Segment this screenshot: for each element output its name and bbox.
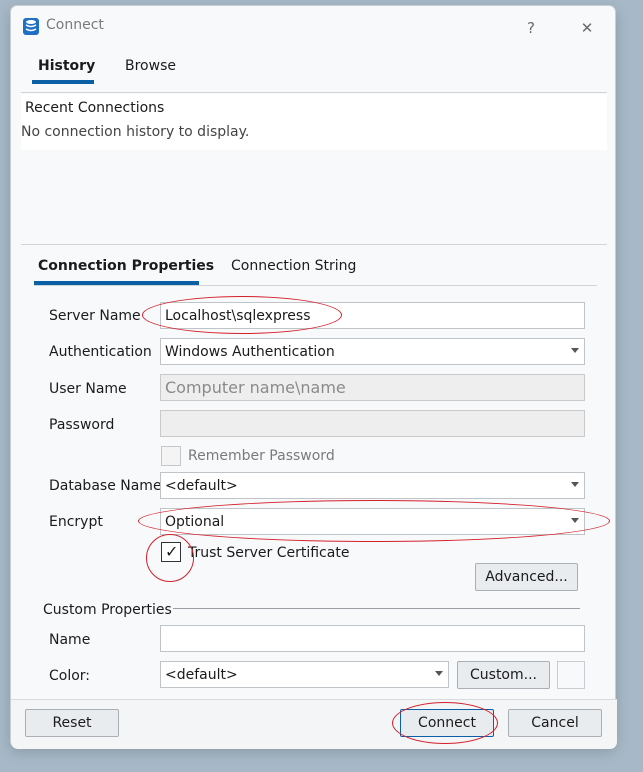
color-value: <default> (165, 666, 238, 683)
empty-history-message: No connection history to display. (21, 124, 250, 140)
top-tab-bar: History Browse (11, 50, 617, 92)
divider (34, 285, 597, 286)
advanced-button[interactable]: Advanced... (475, 563, 578, 591)
color-select[interactable]: <default> (160, 661, 449, 688)
window-title: Connect (46, 17, 104, 33)
encrypt-label: Encrypt (49, 514, 103, 530)
chevron-down-icon (571, 348, 579, 353)
tab-browse[interactable]: Browse (125, 58, 176, 74)
group-divider (173, 608, 580, 609)
color-swatch (557, 661, 585, 689)
tab-connection-properties[interactable]: Connection Properties (38, 258, 214, 274)
authentication-label: Authentication (49, 344, 152, 360)
custom-color-button[interactable]: Custom... (457, 661, 550, 689)
server-name-value: Localhost\sqlexpress (165, 307, 311, 324)
encrypt-value: Optional (165, 513, 225, 530)
user-name-placeholder: Computer name\name (165, 378, 346, 397)
server-name-input[interactable]: Localhost\sqlexpress (160, 302, 585, 329)
remember-password-checkbox[interactable] (161, 446, 181, 466)
help-icon: ? (527, 19, 535, 37)
password-label: Password (49, 417, 115, 433)
reset-button[interactable]: Reset (25, 709, 119, 737)
recent-connections-heading: Recent Connections (25, 100, 165, 116)
custom-name-input[interactable] (160, 625, 585, 652)
active-tab-indicator (32, 80, 94, 84)
tab-connection-string[interactable]: Connection String (231, 258, 356, 274)
color-label: Color: (49, 668, 91, 684)
help-button[interactable]: ? (507, 8, 555, 48)
encrypt-select[interactable]: Optional (160, 508, 585, 535)
user-name-input[interactable]: Computer name\name (160, 374, 585, 401)
user-name-label: User Name (49, 381, 127, 397)
cancel-button[interactable]: Cancel (508, 709, 602, 737)
trust-server-certificate-checkbox[interactable]: ✓ (161, 542, 181, 562)
authentication-value: Windows Authentication (165, 343, 335, 360)
database-name-value: <default> (165, 477, 238, 494)
server-name-label: Server Name (49, 308, 141, 324)
database-app-icon (23, 18, 39, 35)
chevron-down-icon (571, 518, 579, 523)
checkmark-icon: ✓ (165, 542, 179, 561)
database-name-select[interactable]: <default> (160, 472, 585, 499)
close-button[interactable]: ✕ (563, 8, 611, 48)
name-label: Name (49, 632, 91, 648)
database-name-label: Database Name (49, 478, 162, 494)
divider (21, 244, 607, 245)
close-icon: ✕ (580, 19, 594, 37)
trust-server-certificate-label: Trust Server Certificate (188, 545, 350, 561)
authentication-select[interactable]: Windows Authentication (160, 338, 585, 365)
connect-dialog: Connect ? ✕ History Browse Recent Connec… (10, 5, 617, 749)
chevron-down-icon (435, 671, 443, 676)
custom-properties-heading: Custom Properties (43, 602, 172, 618)
tab-history[interactable]: History (38, 58, 95, 74)
password-input[interactable] (160, 410, 585, 437)
chevron-down-icon (571, 482, 579, 487)
divider (21, 92, 607, 93)
remember-password-label: Remember Password (188, 448, 335, 464)
connect-button[interactable]: Connect (400, 709, 494, 737)
